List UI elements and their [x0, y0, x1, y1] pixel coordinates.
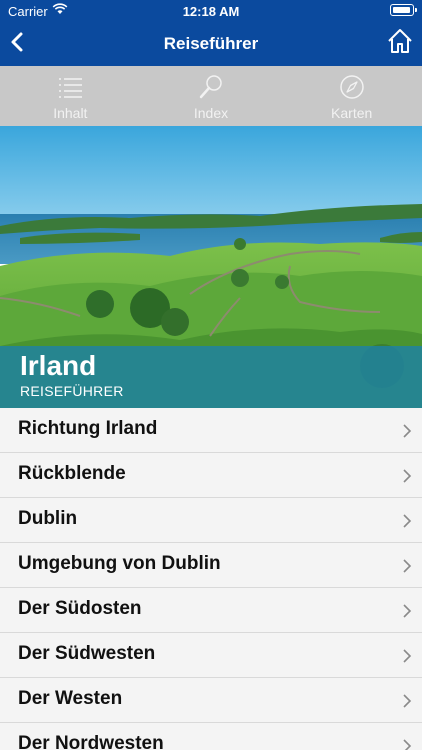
- list-item[interactable]: Der Südwesten: [0, 633, 422, 678]
- chevron-right-icon: [402, 648, 412, 664]
- list-item[interactable]: Der Westen: [0, 678, 422, 723]
- tab-index-label: Index: [193, 105, 229, 121]
- list-item-label: Umgebung von Dublin: [18, 553, 221, 574]
- tab-inhalt-label: Inhalt: [53, 105, 88, 121]
- hero-banner[interactable]: Irland REISEFÜHRER: [0, 126, 422, 408]
- top-bar: Carrier 12:18 AM Reiseführer: [0, 0, 422, 66]
- chevron-right-icon: [402, 423, 412, 439]
- list-item-label: Der Nordwesten: [18, 733, 164, 750]
- list-item-label: Richtung Irland: [18, 418, 158, 439]
- list-item-label: Rückblende: [18, 463, 126, 484]
- list-item-label: Dublin: [18, 508, 78, 529]
- hero-subtitle: REISEFÜHRER: [20, 383, 124, 399]
- tab-karten-label: Karten: [331, 105, 373, 121]
- tab-inhalt[interactable]: Inhalt: [0, 66, 141, 126]
- list-item-label: Der Südwesten: [18, 643, 156, 664]
- compass-icon: [338, 73, 366, 101]
- list-item[interactable]: Der Nordwesten: [0, 723, 422, 750]
- list-item-label: Der Südosten: [18, 598, 142, 619]
- chevron-right-icon: [402, 693, 412, 709]
- chevron-right-icon: [402, 603, 412, 619]
- navigation-bar: Reiseführer: [0, 22, 422, 66]
- list-item[interactable]: Der Südosten: [0, 588, 422, 633]
- magnifier-icon: [197, 73, 225, 101]
- list-icon: [56, 73, 84, 101]
- list-item[interactable]: Dublin: [0, 498, 422, 543]
- status-time: 12:18 AM: [182, 4, 240, 19]
- tab-karten[interactable]: Karten: [281, 66, 422, 126]
- battery-icon: [390, 4, 417, 16]
- chevron-right-icon: [402, 558, 412, 574]
- list-item[interactable]: Umgebung von Dublin: [0, 543, 422, 588]
- hero-title: Irland: [20, 350, 97, 381]
- tab-index[interactable]: Index: [141, 66, 282, 126]
- chevron-right-icon: [402, 513, 412, 529]
- chapter-list: Richtung Irland Rückblende Dublin Umgebu…: [0, 408, 422, 750]
- list-item[interactable]: Rückblende: [0, 453, 422, 498]
- list-item-label: Der Westen: [18, 688, 123, 709]
- home-icon[interactable]: [386, 27, 414, 55]
- status-bar: Carrier 12:18 AM: [0, 0, 422, 22]
- tab-bar: Inhalt Index Karten: [0, 66, 422, 126]
- page-title: Reiseführer: [163, 34, 259, 53]
- chevron-right-icon: [402, 468, 412, 484]
- list-item[interactable]: Richtung Irland: [0, 408, 422, 453]
- chevron-right-icon: [402, 738, 412, 750]
